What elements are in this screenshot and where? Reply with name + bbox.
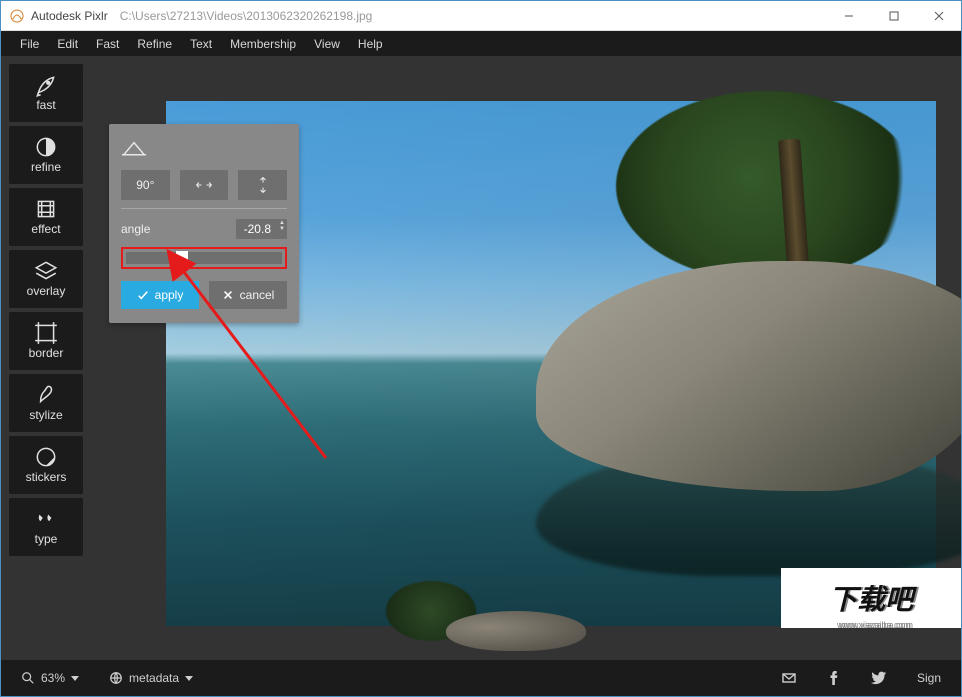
rotate-90-label: 90° xyxy=(136,178,154,192)
apply-label: apply xyxy=(155,288,184,302)
rotate-crop-icon xyxy=(121,138,147,160)
cancel-label: cancel xyxy=(240,288,275,302)
twitter-icon xyxy=(871,670,887,686)
file-path: C:\Users\27213\Videos\2013062320262198.j… xyxy=(120,9,373,23)
circle-half-icon xyxy=(33,136,59,158)
angle-input[interactable]: -20.8 ▲▼ xyxy=(236,219,287,239)
angle-label: angle xyxy=(121,222,150,236)
rocket-icon xyxy=(33,74,59,96)
zoom-control[interactable]: 63% xyxy=(13,667,87,689)
share-email-button[interactable] xyxy=(773,666,805,690)
menu-refine[interactable]: Refine xyxy=(128,34,181,54)
statusbar: 63% metadata Sign xyxy=(1,660,961,696)
tool-stylize[interactable]: stylize xyxy=(9,374,83,432)
menu-membership[interactable]: Membership xyxy=(221,34,305,54)
menu-text[interactable]: Text xyxy=(181,34,221,54)
scene-tree xyxy=(616,91,916,281)
window-maximize-button[interactable] xyxy=(871,1,916,31)
tool-label: refine xyxy=(31,160,61,174)
flip-horizontal-icon xyxy=(194,178,214,192)
sign-in-button[interactable]: Sign xyxy=(909,667,949,689)
menu-edit[interactable]: Edit xyxy=(48,34,87,54)
tool-effect[interactable]: effect xyxy=(9,188,83,246)
angle-slider-highlight xyxy=(121,247,287,269)
tool-label: stylize xyxy=(29,408,62,422)
flip-horizontal-button[interactable] xyxy=(180,170,229,200)
frame-icon xyxy=(33,322,59,344)
angle-value: -20.8 xyxy=(244,222,271,236)
tool-overlay[interactable]: overlay xyxy=(9,250,83,308)
angle-slider-thumb[interactable] xyxy=(176,251,188,265)
tool-label: effect xyxy=(31,222,60,236)
rotate-panel: 90° angle -20.8 ▲▼ xyxy=(109,124,299,323)
menu-fast[interactable]: Fast xyxy=(87,34,128,54)
share-twitter-button[interactable] xyxy=(863,666,895,690)
zoom-value: 63% xyxy=(41,671,65,685)
app-window: Autodesk Pixlr C:\Users\27213\Videos\201… xyxy=(0,0,962,697)
menubar: File Edit Fast Refine Text Membership Vi… xyxy=(1,31,961,56)
facebook-icon xyxy=(827,671,841,685)
sticker-icon xyxy=(33,446,59,468)
scene-small-rocks xyxy=(446,611,586,651)
metadata-button[interactable]: metadata xyxy=(101,667,201,689)
chevron-down-icon xyxy=(185,676,193,681)
cancel-button[interactable]: cancel xyxy=(209,281,287,309)
panel-separator xyxy=(121,208,287,209)
menu-file[interactable]: File xyxy=(11,34,48,54)
watermark-text: 下载吧 xyxy=(829,578,913,618)
tool-label: type xyxy=(35,532,58,546)
film-icon xyxy=(33,198,59,220)
angle-slider[interactable] xyxy=(126,252,282,264)
tool-label: stickers xyxy=(26,470,67,484)
tool-type[interactable]: type xyxy=(9,498,83,556)
check-icon xyxy=(137,289,149,301)
metadata-label: metadata xyxy=(129,671,179,685)
flip-vertical-button[interactable] xyxy=(238,170,287,200)
globe-icon xyxy=(109,671,123,685)
share-facebook-button[interactable] xyxy=(819,667,849,689)
quote-icon xyxy=(33,508,59,530)
rotate-90-button[interactable]: 90° xyxy=(121,170,170,200)
tool-label: fast xyxy=(36,98,55,112)
scene-rock xyxy=(536,261,961,491)
main-area: fast refine effect overlay border styliz… xyxy=(1,56,961,660)
brush-icon xyxy=(33,384,59,406)
tool-label: overlay xyxy=(27,284,66,298)
tool-stickers[interactable]: stickers xyxy=(9,436,83,494)
window-close-button[interactable] xyxy=(916,1,961,31)
angle-spinner[interactable]: ▲▼ xyxy=(279,220,285,232)
tool-border[interactable]: border xyxy=(9,312,83,370)
mail-icon xyxy=(781,670,797,686)
titlebar: Autodesk Pixlr C:\Users\27213\Videos\201… xyxy=(1,1,961,31)
sign-label: Sign xyxy=(917,671,941,685)
search-icon xyxy=(21,671,35,685)
layers-icon xyxy=(33,260,59,282)
menu-help[interactable]: Help xyxy=(349,34,392,54)
apply-button[interactable]: apply xyxy=(121,281,199,309)
close-icon xyxy=(222,289,234,301)
app-title: Autodesk Pixlr xyxy=(31,9,108,23)
chevron-down-icon xyxy=(71,676,79,681)
window-minimize-button[interactable] xyxy=(826,1,871,31)
left-toolbar: fast refine effect overlay border styliz… xyxy=(1,56,91,660)
tool-label: border xyxy=(29,346,64,360)
tool-refine[interactable]: refine xyxy=(9,126,83,184)
watermark: 下载吧 xyxy=(781,568,961,628)
flip-vertical-icon xyxy=(256,175,270,195)
menu-view[interactable]: View xyxy=(305,34,349,54)
tool-fast[interactable]: fast xyxy=(9,64,83,122)
app-icon xyxy=(9,8,25,24)
